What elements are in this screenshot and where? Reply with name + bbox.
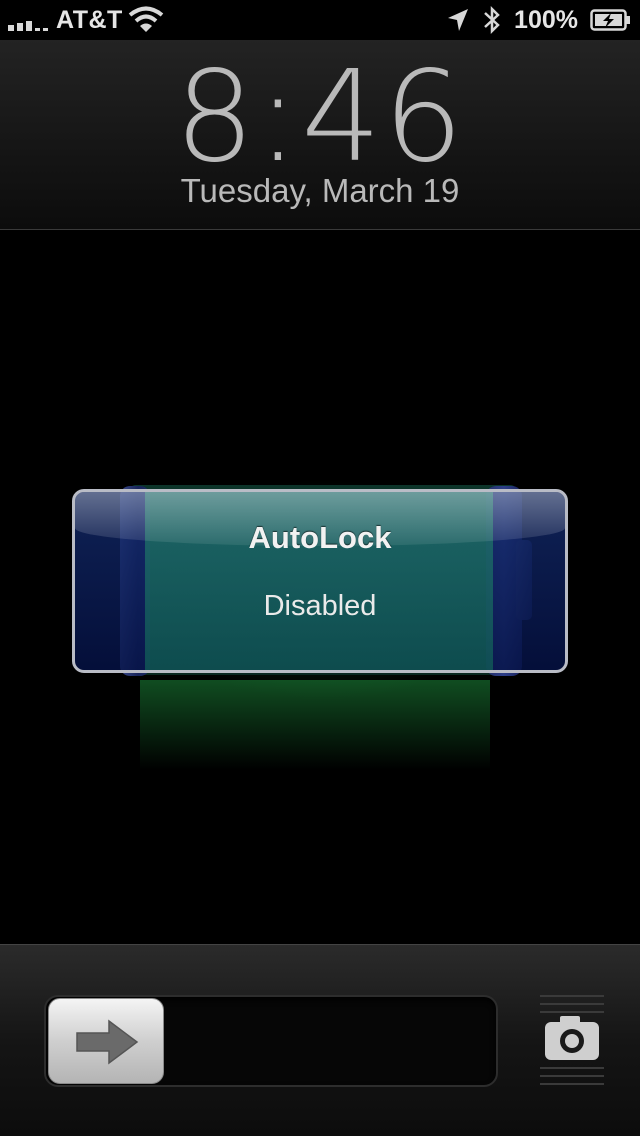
grille-line bbox=[540, 995, 604, 997]
unlock-bar bbox=[0, 944, 640, 1136]
grille-line bbox=[540, 1011, 604, 1013]
clock-panel: 8:46 Tuesday, March 19 bbox=[0, 40, 640, 230]
battery-charging-icon bbox=[590, 9, 630, 31]
grille-line bbox=[540, 1003, 604, 1005]
wifi-icon bbox=[128, 6, 164, 32]
status-bar: AT&T 100% bbox=[0, 0, 640, 40]
battery-percentage: 100% bbox=[514, 5, 578, 34]
signal-bars-icon bbox=[8, 15, 48, 31]
lock-time: 8:46 bbox=[174, 43, 466, 190]
battery-reflection bbox=[140, 680, 490, 780]
autolock-hud: AutoLock Disabled bbox=[72, 489, 568, 673]
status-left: AT&T bbox=[8, 6, 123, 34]
hud-message: Disabled bbox=[263, 590, 377, 622]
status-right: 100% bbox=[446, 5, 632, 35]
hud-title: AutoLock bbox=[248, 520, 392, 555]
grille-line bbox=[540, 1067, 604, 1069]
grille-line bbox=[540, 1075, 604, 1077]
carrier-name: AT&T bbox=[56, 5, 123, 34]
slide-to-unlock-knob[interactable] bbox=[48, 998, 164, 1084]
bluetooth-icon bbox=[484, 5, 500, 35]
lock-date: Tuesday, March 19 bbox=[180, 172, 460, 209]
camera-icon bbox=[545, 1016, 599, 1060]
location-arrow-icon bbox=[448, 9, 469, 31]
camera-grabber[interactable] bbox=[540, 991, 604, 1087]
arrow-right-icon bbox=[76, 1019, 139, 1065]
grille-line bbox=[540, 1083, 604, 1085]
